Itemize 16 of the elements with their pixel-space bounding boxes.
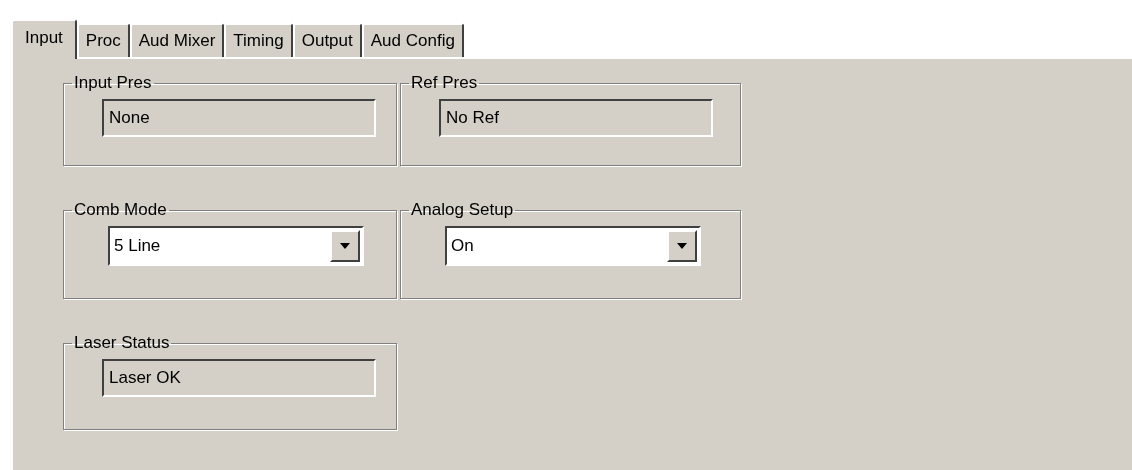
readout-field: No Ref [439, 99, 713, 137]
readout-field: None [102, 99, 376, 137]
tab[interactable]: Aud Mixer [129, 23, 225, 57]
dropdown[interactable]: On [445, 226, 701, 266]
tab[interactable]: Input [11, 19, 77, 59]
dropdown[interactable]: 5 Line [108, 226, 364, 266]
tab[interactable]: Aud Config [361, 23, 464, 57]
group-label: Analog Setup [411, 200, 514, 219]
tab[interactable]: Timing [224, 23, 293, 57]
tab[interactable]: Output [292, 23, 362, 57]
group-label: Input Pres [74, 73, 152, 92]
readout-field: Laser OK [102, 359, 376, 397]
tab[interactable]: Proc [76, 23, 130, 57]
group-label: Comb Mode [74, 200, 167, 219]
group-label: Laser Status [74, 333, 170, 352]
group-label: Ref Pres [411, 73, 478, 92]
